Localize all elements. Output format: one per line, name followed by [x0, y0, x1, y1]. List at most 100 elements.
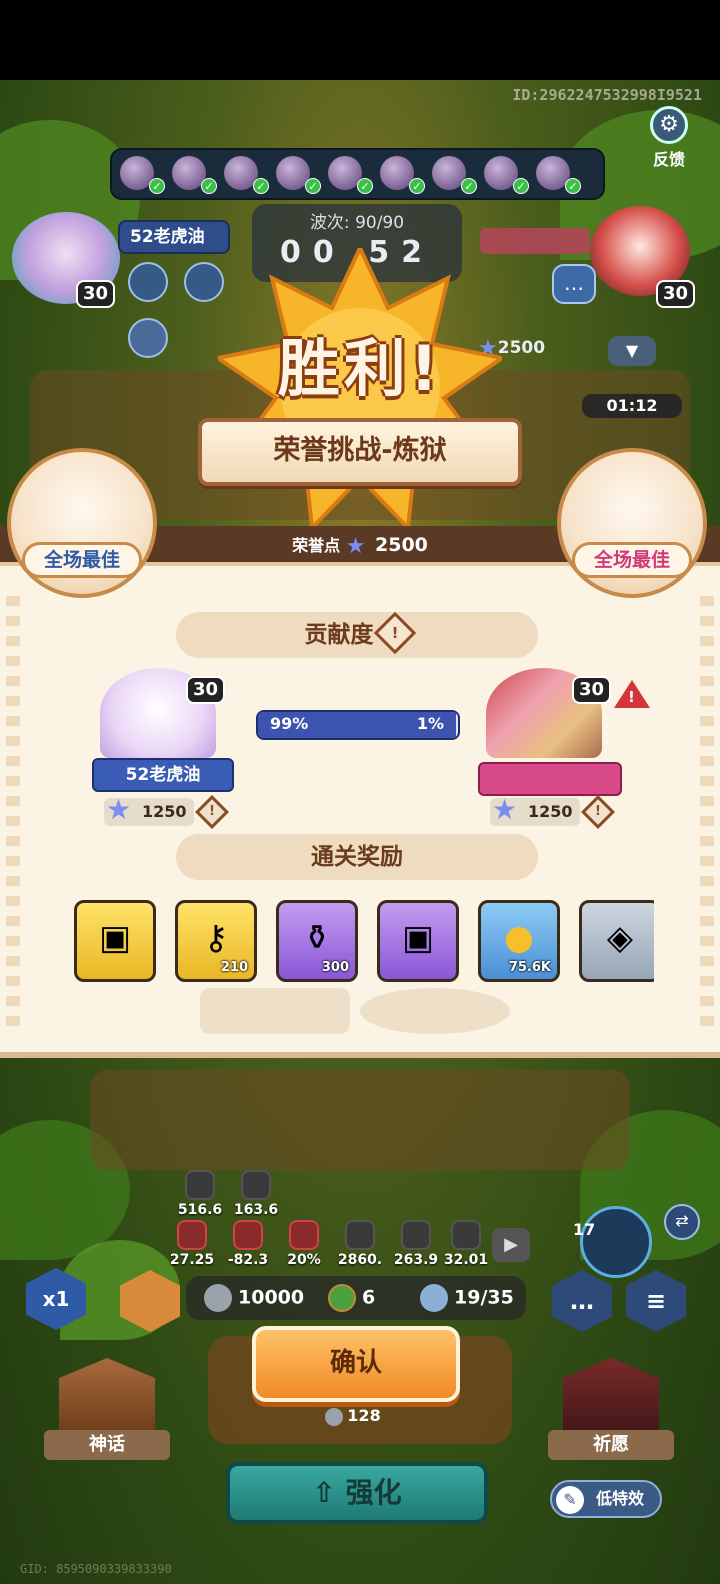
feather-icon: ✎ [556, 1486, 584, 1514]
star-icon: ★ [492, 793, 518, 826]
reward-silver-emblem[interactable]: ◈ [579, 900, 654, 982]
stat-item: 516.6 [170, 1170, 230, 1218]
rewards-title: 通关奖励 [176, 834, 538, 880]
reward-gold-coin[interactable]: ● 75.6K [478, 900, 560, 982]
honor-points-label: 荣誉点 [292, 536, 341, 555]
stat-item: -82.3 [218, 1220, 278, 1268]
victory-title: 胜利! [277, 332, 443, 405]
skull-icon [233, 1220, 263, 1250]
stat-item: 27.25 [162, 1220, 222, 1268]
right-percent: 1% [416, 714, 444, 733]
mvp-left: 全场最佳 [2, 448, 162, 598]
rewards-row: ▣ ⚷ 210 ⚱ 300 ▣ ● 75.6K ◈ [72, 900, 654, 986]
check-icon: ✓ [149, 178, 165, 194]
reward-purple-chest[interactable]: ▣ [377, 900, 459, 982]
lineup-hero: ✓ [380, 154, 427, 194]
check-icon: ✓ [513, 178, 529, 194]
stat-item: 20% [274, 1220, 334, 1268]
wave-label: 波次: 90/90 [309, 213, 405, 233]
left-player-level: 30 [76, 280, 116, 308]
clover-shrine-icon [563, 1358, 659, 1438]
side-timer: 01:12 [582, 394, 682, 418]
lineup-hero: ✓ [276, 154, 323, 194]
battlefield-lane [90, 1070, 630, 1170]
stat-item: 32.01 [436, 1220, 496, 1268]
burst-icon [289, 1220, 319, 1250]
check-icon: ✓ [565, 178, 581, 194]
player-id-text: ID:2962247532998I9521 [512, 86, 702, 104]
reward-gold-key[interactable]: ⚷ 210 [175, 900, 257, 982]
check-icon: ✓ [253, 178, 269, 194]
chest-icon: ▣ [401, 917, 435, 958]
upgrade-arrow-icon: ⇧ [312, 1476, 346, 1509]
reward-gold-chest[interactable]: ▣ [74, 900, 156, 982]
feedback-label: 反馈 [652, 150, 685, 169]
myth-label: 神话 [44, 1430, 170, 1460]
swap-icon[interactable]: ⇄ [664, 1204, 700, 1240]
lineup-hero: ✓ [484, 154, 531, 194]
warning-icon[interactable]: ! [614, 680, 650, 708]
info-icon[interactable]: ! [373, 611, 416, 654]
contribution-title: 贡献度! [176, 611, 538, 658]
pray-label: 祈愿 [548, 1430, 674, 1460]
lineup-hero: ✓ [432, 154, 479, 194]
confirm-button[interactable]: 确认 [252, 1326, 460, 1402]
panel-border-decoration [700, 596, 714, 1026]
cost-display: 128 [308, 1406, 398, 1426]
lineup-hero: ✓ [328, 154, 375, 194]
myth-emblem-icon [59, 1358, 155, 1438]
pray-button[interactable]: 祈愿 [548, 1358, 674, 1462]
unit-count: 19/35 [420, 1284, 514, 1312]
contribution-bar: 99% 1% [256, 710, 460, 740]
chest-icon: ▣ [98, 917, 132, 958]
check-icon: ✓ [201, 178, 217, 194]
ghost-background-prop [360, 988, 510, 1034]
stat-item: 163.6 [226, 1170, 286, 1218]
clover-resource: 6 [328, 1284, 375, 1312]
heart-icon [451, 1220, 481, 1250]
right-contrib-score: ★ 1250 [490, 793, 580, 826]
coin-icon: ● [504, 917, 534, 958]
ghost-background-prop [200, 988, 350, 1034]
hero-level: 17 [573, 1220, 596, 1239]
clover-icon [328, 1284, 356, 1312]
chevron-down-icon[interactable]: ▼ [608, 336, 656, 366]
low-effects-toggle[interactable]: ✎ 低特效 [550, 1480, 662, 1518]
check-icon: ✓ [357, 178, 373, 194]
potion-icon: ⚱ [302, 917, 332, 958]
target-icon [177, 1220, 207, 1250]
mic-icon[interactable] [128, 262, 168, 302]
mvp-left-label: 全场最佳 [22, 542, 142, 578]
check-icon: ✓ [409, 178, 425, 194]
feedback-button[interactable]: ⚙ 反馈 [644, 106, 694, 169]
stat-item: 2860. [330, 1220, 390, 1268]
reward-potion[interactable]: ⚱ 300 [276, 900, 358, 982]
silver-coin-icon [204, 1284, 232, 1312]
fist-icon [185, 1170, 215, 1200]
note-icon[interactable] [128, 318, 168, 358]
hero-portrait[interactable] [580, 1206, 652, 1278]
mode-ribbon: 荣誉挑战-炼狱 [198, 418, 522, 486]
mvp-right: 全场最佳 [552, 448, 712, 598]
chat-bubble-icon[interactable]: … [552, 264, 596, 304]
key-icon: ⚷ [203, 917, 229, 958]
silver-coin-icon [325, 1407, 344, 1426]
strengthen-button[interactable]: ⇧ 强化 [226, 1462, 488, 1524]
myth-button[interactable]: 神话 [44, 1358, 170, 1462]
play-icon[interactable]: ▶ [492, 1228, 530, 1262]
gear-icon [241, 1170, 271, 1200]
status-bar-area [0, 0, 720, 80]
mvp-right-label: 全场最佳 [572, 542, 692, 578]
right-contrib-name-blurred [478, 762, 622, 796]
emblem-icon: ◈ [606, 917, 634, 958]
break-icon [345, 1220, 375, 1250]
left-percent: 99% [270, 714, 309, 733]
left-contrib-name: 52老虎油 [92, 758, 234, 792]
arrow-icon [401, 1220, 431, 1250]
left-contrib-score: ★ 1250 [104, 796, 194, 826]
lineup-hero: ✓ [172, 154, 219, 194]
honor-points-value: 2500 [375, 534, 428, 556]
team-lineup-bar: ✓ ✓ ✓ ✓ ✓ ✓ ✓ ✓ ✓ [110, 148, 605, 200]
resource-bar: 10000 6 19/35 [186, 1276, 526, 1320]
right-player-level: 30 [656, 280, 696, 308]
